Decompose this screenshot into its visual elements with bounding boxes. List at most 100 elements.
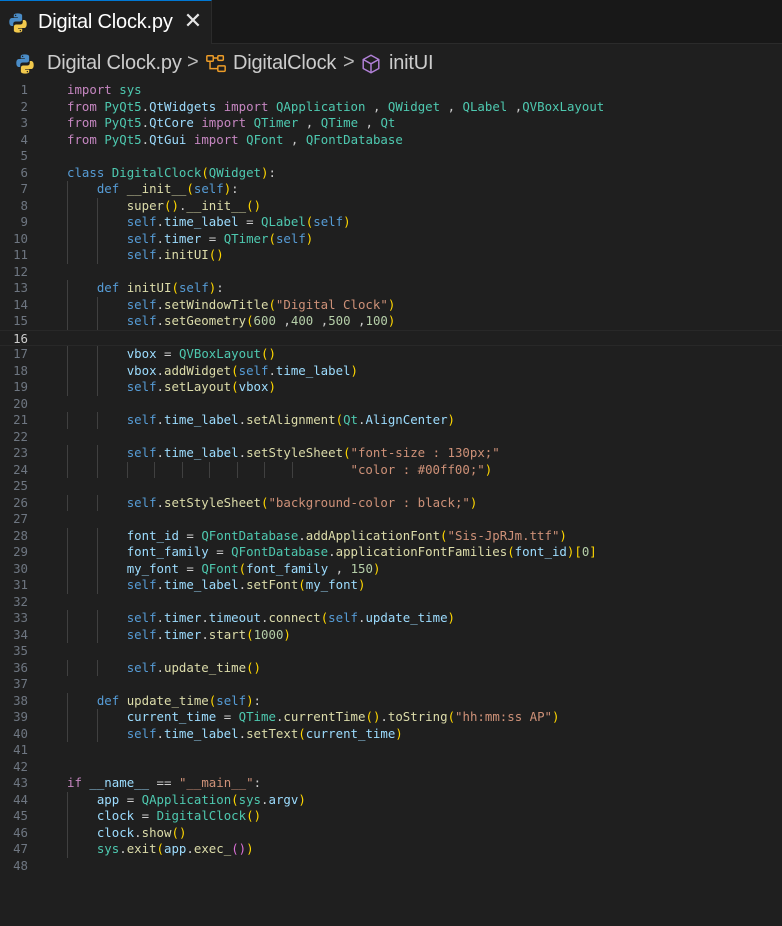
code-line[interactable]: 42 (0, 759, 782, 776)
code-text: def update_time(self): (96, 692, 262, 708)
line-number: 32 (13, 593, 28, 609)
code-editor[interactable]: 1 import sys 2 from PyQt5.QtWidgets import … (0, 80, 782, 926)
code-line[interactable]: 21 self.time_label.setAlignment(Qt.Align… (0, 412, 782, 429)
code-line[interactable]: 44 app = QApplication(sys.argv) (0, 791, 782, 808)
code-line[interactable]: 37 (0, 676, 782, 693)
code-text: from PyQt5.QtWidgets import QApplication… (67, 98, 605, 114)
code-text: from PyQt5.QtCore import QTimer , QTime … (67, 115, 396, 130)
code-line[interactable]: 41 (0, 742, 782, 759)
code-line[interactable]: 30 my_font = QFont(font_family , 150) (0, 560, 782, 577)
code-line[interactable]: 12 (0, 264, 782, 281)
code-line[interactable]: 2 from PyQt5.QtWidgets import QApplicatio… (0, 99, 782, 116)
line-number: 14 (13, 296, 28, 312)
line-number: 44 (13, 791, 28, 807)
code-line[interactable]: 11 self.initUI() (0, 247, 782, 264)
code-text: super().__init__() (126, 197, 262, 213)
code-line[interactable]: 25 (0, 478, 782, 495)
code-line[interactable]: 39 current_time = QTime.currentTime().to… (0, 709, 782, 726)
code-line[interactable]: 43 if __name__ == "__main__": (0, 775, 782, 792)
code-line[interactable]: 4 from PyQt5.QtGui import QFont , QFontDa… (0, 132, 782, 149)
breadcrumb-class[interactable]: DigitalClock (233, 52, 336, 75)
line-number: 20 (13, 395, 28, 411)
breadcrumb: Digital Clock.py > DigitalClock > initUI (0, 44, 782, 82)
code-line[interactable]: 27 (0, 511, 782, 528)
line-number: 1 (20, 82, 28, 97)
code-line[interactable]: 3 from PyQt5.QtCore import QTimer , QTime… (0, 115, 782, 132)
code-line[interactable]: 23 self.time_label.setStyleSheet("font-s… (0, 445, 782, 462)
code-text: self.time_label.setFont(my_font) (126, 577, 366, 592)
code-line[interactable]: 5 (0, 148, 782, 165)
line-number: 45 (13, 808, 28, 823)
code-line[interactable]: 36 self.update_time() (0, 659, 782, 676)
code-line[interactable]: 26 self.setStyleSheet("background-color … (0, 494, 782, 511)
line-number: 42 (13, 758, 28, 774)
code-line[interactable]: 22 (0, 429, 782, 446)
code-line[interactable]: 7 def __init__(self): (0, 181, 782, 198)
code-text: self.time_label.setStyleSheet("font-size… (126, 445, 500, 460)
code-text: def initUI(self): (96, 280, 224, 295)
code-text: font_id = QFontDatabase.addApplicationFo… (126, 527, 567, 543)
code-text: my_font = QFont(font_family , 150) (126, 560, 381, 576)
class-icon (206, 55, 226, 73)
code-text: sys.exit(app.exec_()) (96, 841, 254, 856)
line-number: 15 (13, 313, 28, 328)
code-text: font_family = QFontDatabase.applicationF… (126, 544, 597, 559)
code-line[interactable]: 45 clock = DigitalClock() (0, 808, 782, 825)
code-text: class DigitalClock(QWidget): (67, 164, 276, 180)
code-text: app = QApplication(sys.argv) (96, 791, 306, 807)
line-number: 43 (13, 775, 28, 790)
code-text: vbox = QVBoxLayout() (126, 346, 276, 361)
code-line[interactable]: 10 self.timer = QTimer(self) (0, 230, 782, 247)
code-line[interactable]: 6 class DigitalClock(QWidget): (0, 165, 782, 182)
line-number: 34 (13, 626, 28, 642)
code-text: clock.show() (96, 824, 187, 840)
code-text: self.setWindowTitle("Digital Clock") (126, 296, 396, 312)
code-line[interactable]: 13 def initUI(self): (0, 280, 782, 297)
code-line[interactable]: 28 font_id = QFontDatabase.addApplicatio… (0, 527, 782, 544)
code-line[interactable]: 47 sys.exit(app.exec_()) (0, 841, 782, 858)
code-line[interactable]: 33 self.timer.timeout.connect(self.updat… (0, 610, 782, 627)
line-number: 25 (13, 478, 28, 493)
breadcrumb-method[interactable]: initUI (389, 52, 434, 75)
code-line[interactable]: 35 (0, 643, 782, 660)
code-text: self.setGeometry(600 ,400 ,500 ,100) (126, 313, 396, 328)
breadcrumb-file[interactable]: Digital Clock.py (47, 52, 182, 75)
code-text: current_time = QTime.currentTime().toStr… (126, 709, 560, 724)
code-line[interactable]: 9 self.time_label = QLabel(self) (0, 214, 782, 231)
line-number: 39 (13, 709, 28, 724)
code-line[interactable]: 38 def update_time(self): (0, 692, 782, 709)
line-number: 6 (20, 164, 28, 180)
code-line[interactable]: 16 (0, 329, 782, 346)
line-number: 21 (13, 412, 28, 427)
code-line[interactable]: 15 self.setGeometry(600 ,400 ,500 ,100) (0, 313, 782, 330)
code-line[interactable]: 24 "color : #00ff00;") (0, 461, 782, 478)
tab-title: Digital Clock.py (38, 11, 173, 33)
python-icon (9, 13, 27, 33)
code-line[interactable]: 46 clock.show() (0, 824, 782, 841)
tab-digital-clock[interactable]: Digital Clock.py ✕ (0, 0, 212, 44)
line-number: 19 (13, 379, 28, 394)
code-line[interactable]: 20 (0, 396, 782, 413)
code-line[interactable]: 48 (0, 858, 782, 875)
code-line[interactable]: 19 self.setLayout(vbox) (0, 379, 782, 396)
code-line[interactable]: 32 (0, 594, 782, 611)
line-number: 23 (13, 445, 28, 460)
line-number: 3 (20, 115, 28, 130)
code-line[interactable]: 18 vbox.addWidget(self.time_label) (0, 362, 782, 379)
code-line[interactable]: 17 vbox = QVBoxLayout() (0, 346, 782, 363)
code-line[interactable]: 1 import sys (0, 82, 782, 99)
close-icon[interactable]: ✕ (181, 9, 205, 33)
line-number: 35 (13, 643, 28, 658)
code-line[interactable]: 40 self.time_label.setText(current_time) (0, 725, 782, 742)
line-number: 38 (13, 692, 28, 708)
line-number: 5 (20, 148, 28, 163)
code-line[interactable]: 29 font_family = QFontDatabase.applicati… (0, 544, 782, 561)
line-number: 31 (13, 577, 28, 592)
code-line[interactable]: 8 super().__init__() (0, 197, 782, 214)
code-line[interactable]: 31 self.time_label.setFont(my_font) (0, 577, 782, 594)
code-text: self.timer.start(1000) (126, 626, 291, 642)
code-text: self.initUI() (126, 247, 224, 262)
line-number: 10 (13, 230, 28, 246)
code-line[interactable]: 34 self.timer.start(1000) (0, 626, 782, 643)
code-line[interactable]: 14 self.setWindowTitle("Digital Clock") (0, 296, 782, 313)
